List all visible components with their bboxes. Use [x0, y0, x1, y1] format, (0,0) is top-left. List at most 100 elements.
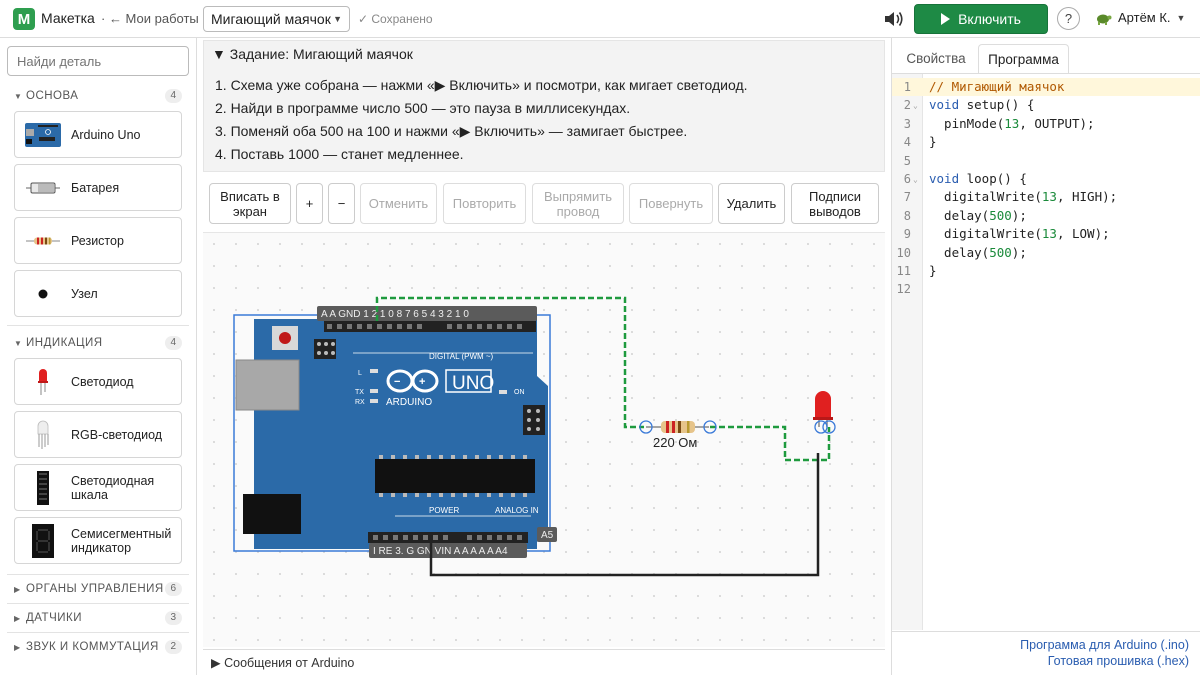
code-line[interactable]: 9 digitalWrite(13, LOW); [892, 225, 1200, 243]
code-line[interactable]: 8 delay(500); [892, 207, 1200, 225]
task-step: 2. Найди в программе число 500 — это пау… [215, 100, 631, 116]
category-controls[interactable]: ▶ ОРГАНЫ УПРАВЛЕНИЯ 6 [14, 581, 182, 597]
arduino-messages-toggle[interactable]: ▶ Сообщения от Arduino [203, 649, 885, 673]
code-text: void setup() { [929, 97, 1035, 113]
project-select[interactable]: Мигающий маячок ▼ [203, 6, 350, 32]
saved-status: ✓ Сохранено [358, 12, 433, 26]
code-line[interactable]: 4} [892, 133, 1200, 151]
category-label: ИНДИКАЦИЯ [26, 337, 103, 349]
delete-button[interactable]: Удалить [718, 183, 785, 224]
svg-text:TX: TX [355, 389, 364, 396]
zoom-out-button[interactable]: − [328, 183, 355, 224]
part-led[interactable]: Светодиод [14, 358, 182, 405]
seven-segment-icon [19, 521, 67, 561]
part-label: Семисегментный индикатор [71, 526, 172, 555]
redo-button[interactable]: Повторить [443, 183, 526, 224]
svg-text:L: L [358, 370, 362, 377]
task-step: 4. Поставь 1000 — станет медленнее. [215, 146, 464, 162]
part-label: Светодиодная шкала [71, 473, 155, 502]
download-ino-link[interactable]: Программа для Arduino (.ino) [1020, 638, 1189, 652]
code-line[interactable]: 1 // Мигающий маячок [892, 78, 1200, 96]
part-label: Arduino Uno [71, 127, 141, 142]
rotate-button[interactable]: Повернуть [629, 183, 713, 224]
code-text: delay(500); [929, 244, 1027, 260]
category-basics[interactable]: ▼ ОСНОВА 4 [14, 88, 182, 104]
line-number: 6 [903, 172, 911, 186]
code-line[interactable]: 11} [892, 262, 1200, 280]
run-button-label: Включить [958, 11, 1021, 27]
line-number: 4 [903, 135, 911, 150]
part-label: RGB-светодиод [71, 427, 163, 442]
code-line[interactable]: 10 delay(500); [892, 244, 1200, 262]
divider [7, 632, 189, 633]
tab-program[interactable]: Программа [978, 44, 1069, 73]
resistor-component[interactable] [639, 420, 717, 434]
code-line[interactable]: 7 digitalWrite(13, HIGH); [892, 188, 1200, 206]
power-jack [243, 494, 301, 534]
code-text: } [929, 134, 937, 150]
chevron-down-icon: ▼ [1176, 12, 1186, 23]
code-text: digitalWrite(13, HIGH); [929, 189, 1118, 205]
power-analog-pins [373, 535, 522, 540]
line-number: 11 [896, 264, 911, 278]
help-button[interactable]: ? [1057, 7, 1080, 30]
category-count: 4 [165, 336, 182, 350]
power-label: POWER [429, 506, 459, 515]
run-button[interactable]: Включить [914, 4, 1048, 34]
part-resistor[interactable]: Резистор [14, 217, 182, 264]
task-steps: 1. Схема уже собрана — нажми «▶ Включить… [215, 74, 748, 166]
resistor-icon [19, 221, 67, 261]
speaker-icon[interactable] [883, 9, 905, 29]
back-to-projects-link[interactable]: · ← Мои работы [101, 11, 199, 26]
category-label: ДАТЧИКИ [26, 612, 82, 624]
code-line[interactable]: 2 ⌄ void setup() { [892, 96, 1200, 114]
part-rgb-led[interactable]: RGB-светодиод [14, 411, 182, 458]
undo-button[interactable]: Отменить [360, 183, 437, 224]
fold-chevron-icon[interactable]: ⌄ [913, 170, 918, 190]
line-number: 3 [903, 116, 911, 131]
code-line[interactable]: 3 pinMode(13, OUTPUT); [892, 115, 1200, 133]
part-led-bar[interactable]: Светодиодная шкала [14, 464, 182, 511]
task-step: 1. Схема уже собрана — нажми «▶ Включить… [215, 77, 748, 93]
signal-wire-led[interactable] [710, 425, 831, 462]
code-text: } [929, 263, 937, 278]
tab-properties[interactable]: Свойства [896, 44, 976, 73]
chevron-down-icon: ▼ [333, 14, 342, 24]
parts-search-input[interactable] [7, 46, 189, 76]
arduino-board-icon [19, 115, 67, 155]
resistor-label: 220 Ом [653, 435, 697, 450]
fold-chevron-icon[interactable]: ⌄ [913, 96, 918, 116]
task-title[interactable]: ▼ Задание: Мигающий маячок [212, 46, 413, 62]
fit-screen-button[interactable]: Вписать в экран [209, 183, 291, 224]
code-line[interactable]: 6 ⌄ void loop() { [892, 170, 1200, 188]
part-seven-segment[interactable]: Семисегментный индикатор [14, 517, 182, 564]
code-text: // Мигающий маячок [929, 79, 1065, 94]
part-label: Узел [71, 286, 98, 301]
user-menu[interactable]: Артём К. ▼ [1095, 10, 1185, 25]
svg-text:+: + [419, 376, 425, 388]
header-bottom-labels: I RE 3. G GN VIN A A A A A A4 [373, 546, 508, 557]
reset-button-cap [279, 332, 291, 344]
download-links: Программа для Arduino (.ino) Готовая про… [892, 631, 1200, 675]
pin-labels-button[interactable]: Подписи выводов [791, 183, 879, 224]
app-logo-icon[interactable]: M [13, 8, 35, 30]
part-battery[interactable]: Батарея [14, 164, 182, 211]
circuit-canvas[interactable]: A A GND 1 2 1 0 8 7 6 5 4 3 2 1 0 DIGITA… [203, 232, 885, 647]
category-sound-switching[interactable]: ▶ ЗВУК И КОММУТАЦИЯ 2 [14, 639, 182, 655]
category-sensors[interactable]: ▶ ДАТЧИКИ 3 [14, 610, 182, 626]
part-node[interactable]: Узел [14, 270, 182, 317]
straighten-wire-button[interactable]: Выпрямить провод [532, 183, 624, 224]
code-text: digitalWrite(13, LOW); [929, 226, 1110, 242]
microcontroller-chip [375, 459, 535, 493]
download-hex-link[interactable]: Готовая прошивка (.hex) [1048, 654, 1189, 668]
category-indication[interactable]: ▼ ИНДИКАЦИЯ 4 [14, 335, 182, 351]
zoom-in-button[interactable]: + [296, 183, 323, 224]
code-editor[interactable]: 1// Мигающий маячок 2 ⌄ void setup() {3 pin… [892, 74, 1200, 630]
led-component[interactable] [813, 391, 836, 434]
circuit-drawing: A A GND 1 2 1 0 8 7 6 5 4 3 2 1 0 DIGITA… [233, 296, 836, 577]
part-arduino-uno[interactable]: Arduino Uno [14, 111, 182, 158]
node-dot-icon [19, 274, 67, 314]
code-line[interactable]: 12 [892, 280, 1200, 298]
parts-sidebar: ▼ ОСНОВА 4 Arduino Uno Батарея Резистор … [0, 38, 197, 675]
code-line[interactable]: 5 [892, 152, 1200, 170]
